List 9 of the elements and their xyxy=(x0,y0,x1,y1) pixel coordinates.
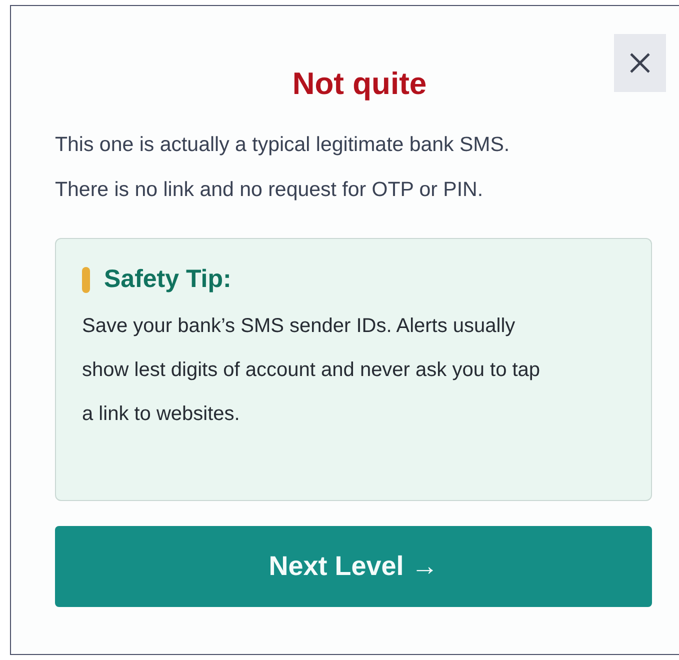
close-button[interactable] xyxy=(614,34,666,92)
tip-text: Save your bank’s SMS sender IDs. Alerts usually show lest digits of account and never ask you to tap a link to websites. xyxy=(82,314,542,427)
message-text: There is no link and no request for OTP or PIN. xyxy=(55,177,484,203)
message-text: This one is actually a typical legitimate bank SMS. xyxy=(55,132,511,158)
marker-icon xyxy=(82,266,90,292)
close-icon xyxy=(629,52,651,74)
dialog-title: Not quite xyxy=(292,65,427,103)
tip-heading: Safety Tip: xyxy=(104,265,232,294)
next-level-button[interactable]: Next Level → xyxy=(55,526,652,607)
